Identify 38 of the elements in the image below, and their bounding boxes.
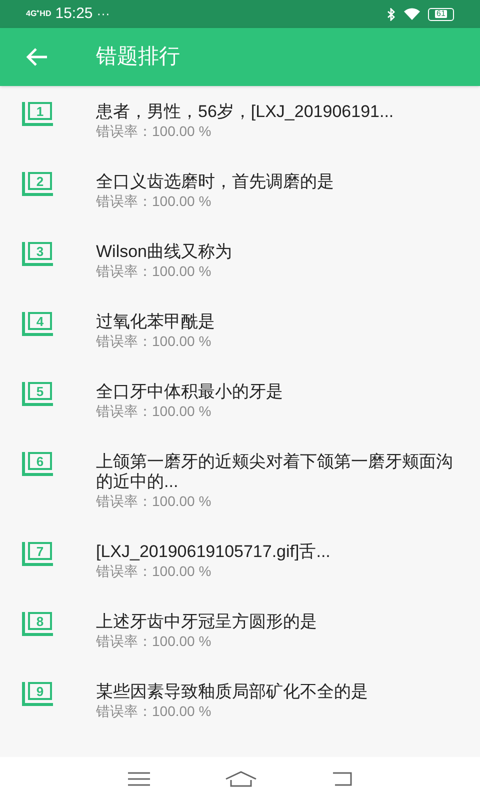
question-item[interactable]: 5 全口牙中体积最小的牙是 错误率：100.00 % [0,366,480,436]
question-item[interactable]: 4 过氧化苯甲酰是 错误率：100.00 % [0,296,480,366]
question-title: 某些因素导致釉质局部矿化不全的是 [96,682,368,702]
question-item[interactable]: 8 上述牙齿中牙冠呈方圆形的是 错误率：100.00 % [0,596,480,666]
error-rate: 错误率：100.00 % [96,332,212,350]
question-item[interactable]: 9 某些因素导致釉质局部矿化不全的是 错误率：100.00 % [0,666,480,736]
question-title: 全口牙中体积最小的牙是 [96,382,283,402]
battery-icon: 61 [428,8,454,20]
question-title: 患者，男性，56岁，[LXJ_201906191... [96,102,394,122]
question-item[interactable]: 7 [LXJ_20190619105717.gif]舌... 错误率：100.00 % [0,526,480,596]
wifi-icon [404,8,420,20]
error-rate: 错误率：100.00 % [96,562,212,580]
clock: 15:25 [55,4,93,24]
error-rate: 错误率：100.00 % [96,192,212,210]
error-rate: 错误率：100.00 % [96,702,212,720]
question-title: 上颌第一磨牙的近颊尖对着下颌第一磨牙颊面沟的近中的... [96,452,454,492]
menu-icon[interactable] [128,772,150,786]
network-indicator: 4G⁺HD [26,9,52,19]
error-rate: 错误率：100.00 % [96,632,212,650]
question-title: 上述牙齿中牙冠呈方圆形的是 [96,612,317,632]
error-rate: 错误率：100.00 % [96,492,212,510]
error-rate: 错误率：100.00 % [96,402,212,420]
error-rate: 错误率：100.00 % [96,262,212,280]
bluetooth-icon [387,8,396,20]
question-item[interactable]: 1 患者，男性，56岁，[LXJ_201906191... 错误率：100.00 % [0,86,480,156]
question-item[interactable]: 2 全口义齿选磨时，首先调磨的是 错误率：100.00 % [0,156,480,226]
question-title: Wilson曲线又称为 [96,242,232,262]
question-title: 全口义齿选磨时，首先调磨的是 [96,172,334,192]
error-rate: 错误率：100.00 % [96,122,212,140]
home-icon[interactable] [224,770,257,786]
more-indicator: ··· [96,5,110,24]
question-title: [LXJ_20190619105717.gif]舌... [96,542,330,562]
question-item[interactable]: 6 上颌第一磨牙的近颊尖对着下颌第一磨牙颊面沟的近中的... 错误率：100.00 % [0,436,480,526]
question-item[interactable]: 3 Wilson曲线又称为 错误率：100.00 % [0,226,480,296]
page-title: 错题排行 [96,44,180,70]
back-icon[interactable] [332,772,352,786]
back-arrow-icon [26,48,48,66]
question-title: 过氧化苯甲酰是 [96,312,215,332]
